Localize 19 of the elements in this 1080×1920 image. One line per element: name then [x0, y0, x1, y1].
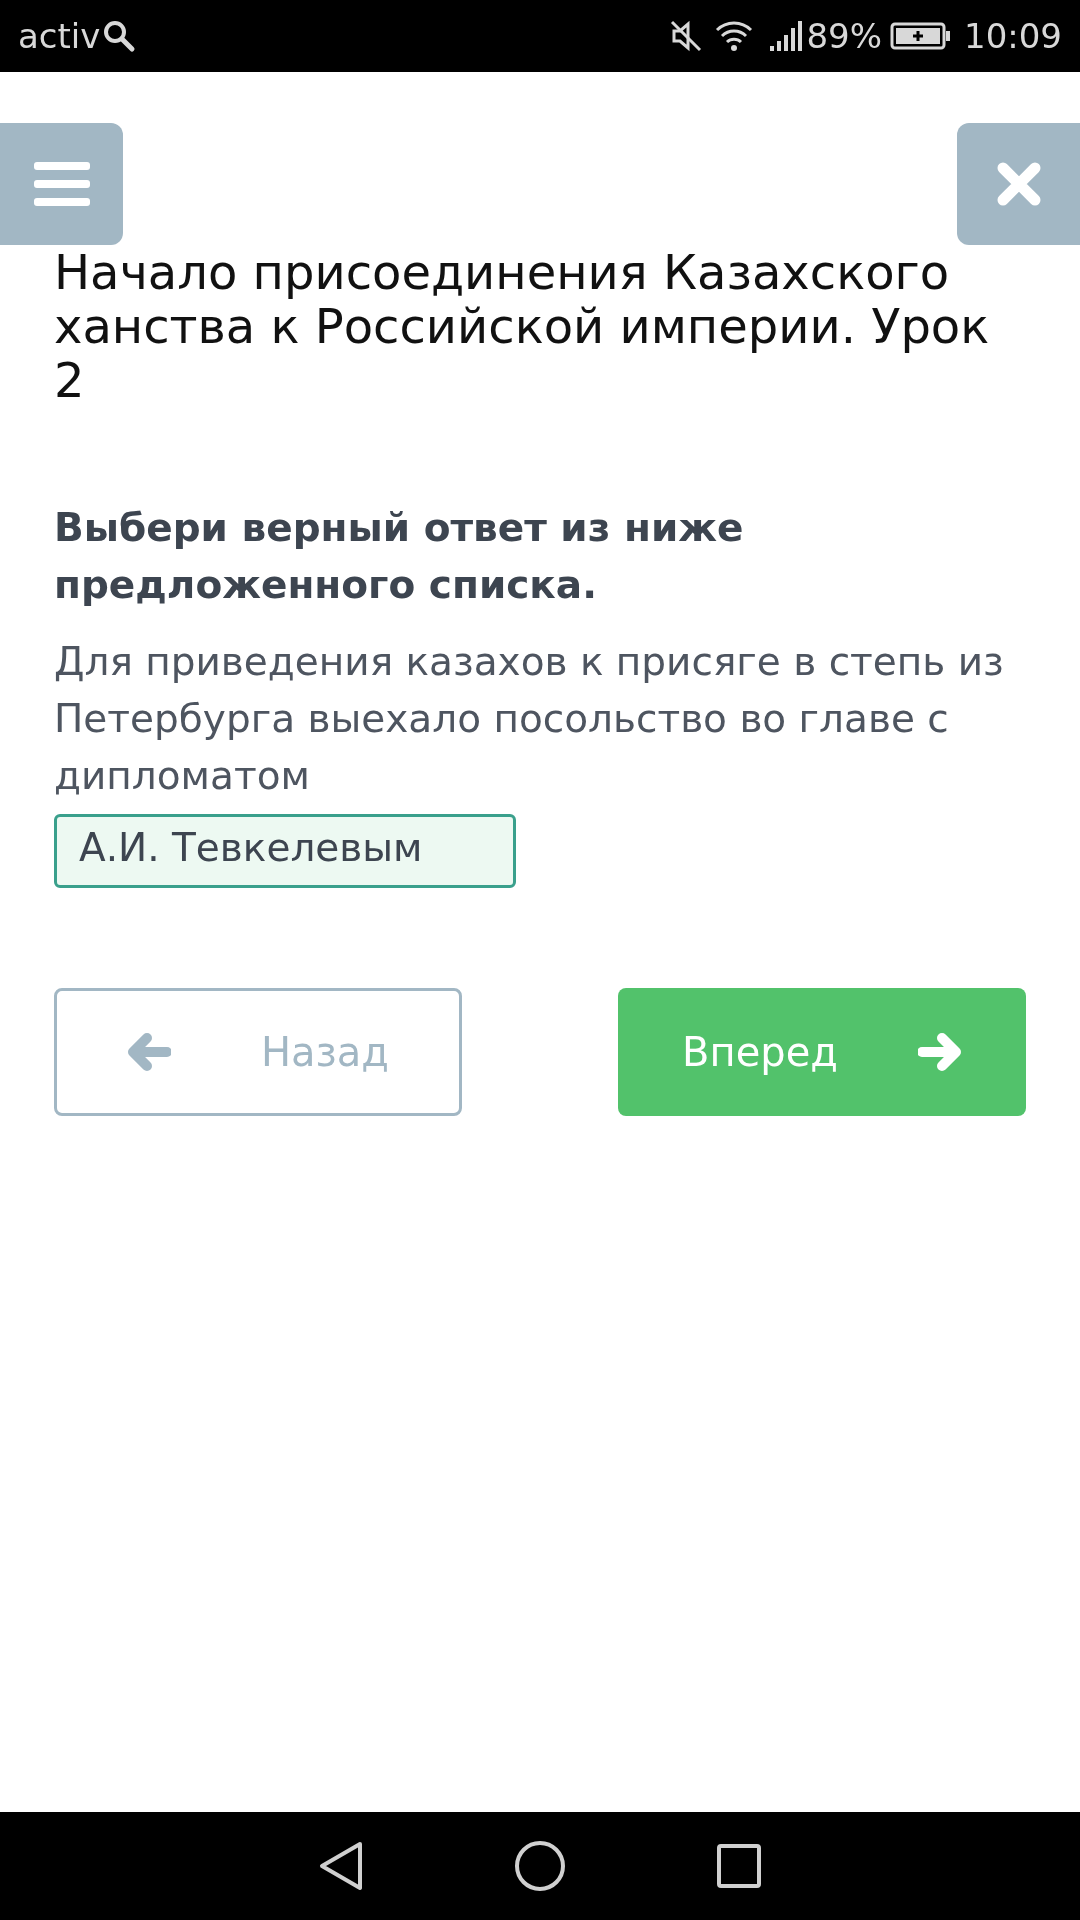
instruction-text: Выбери верный ответ из ниже предложенного списка.	[54, 504, 745, 609]
battery-percent: 89%	[806, 14, 882, 58]
back-nav-icon[interactable]	[318, 1840, 364, 1892]
home-nav-icon[interactable]	[514, 1840, 566, 1892]
clock: 10:09	[964, 14, 1062, 58]
next-button[interactable]: Вперед	[618, 988, 1026, 1116]
signal-icon	[768, 18, 805, 54]
arrow-right-icon	[917, 1033, 962, 1071]
lesson-title: Начало присоединения Казахского ханства к Российской империи. Урок 2	[54, 245, 991, 407]
battery-icon	[890, 21, 952, 51]
answer-field[interactable]: А.И. Тевкелевым	[54, 814, 516, 888]
arrow-left-icon	[127, 1033, 171, 1071]
wifi-icon	[714, 18, 755, 54]
search-icon	[102, 19, 137, 53]
app-label: activ	[18, 14, 101, 58]
menu-icon	[32, 161, 91, 207]
recents-nav-icon[interactable]	[716, 1843, 762, 1889]
back-button[interactable]: Назад	[54, 988, 462, 1116]
question-text: Для приведения казахов к присяге в степь из Петербурга выехало посольство во главе с дипломатом	[54, 638, 1005, 800]
